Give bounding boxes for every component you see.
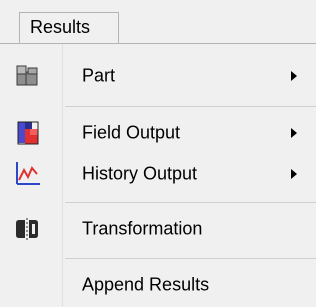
menu-item-field-output[interactable]: Field Output <box>0 111 316 155</box>
menu-item-append-results[interactable]: Append Results <box>0 263 316 307</box>
menu-bar: Results <box>0 0 316 43</box>
menu-item-history-output[interactable]: History Output <box>0 152 316 196</box>
results-dropdown-menu: Part Field Output History Output Transfo… <box>0 43 316 307</box>
menu-item-history-output-label: History Output <box>82 163 198 184</box>
submenu-arrow-icon <box>291 71 297 81</box>
menu-separator <box>65 202 316 203</box>
submenu-arrow-icon <box>291 128 297 138</box>
menu-item-part[interactable]: Part <box>0 54 316 98</box>
part-icon <box>13 62 41 90</box>
menu-separator <box>65 258 316 259</box>
menu-item-field-output-label: Field Output <box>82 122 181 143</box>
menu-item-transformation[interactable]: Transformation <box>0 207 316 251</box>
history-output-icon <box>13 160 41 188</box>
transformation-icon <box>13 215 41 243</box>
menu-item-part-label: Part <box>82 65 116 86</box>
menu-separator <box>65 106 316 107</box>
field-output-icon <box>13 119 41 147</box>
menu-results[interactable]: Results <box>19 12 119 43</box>
submenu-arrow-icon <box>291 169 297 179</box>
menu-item-append-results-label: Append Results <box>82 274 210 295</box>
menu-item-transformation-label: Transformation <box>82 218 203 239</box>
results-menu-window: Results Part Field Output History Output… <box>0 0 316 307</box>
